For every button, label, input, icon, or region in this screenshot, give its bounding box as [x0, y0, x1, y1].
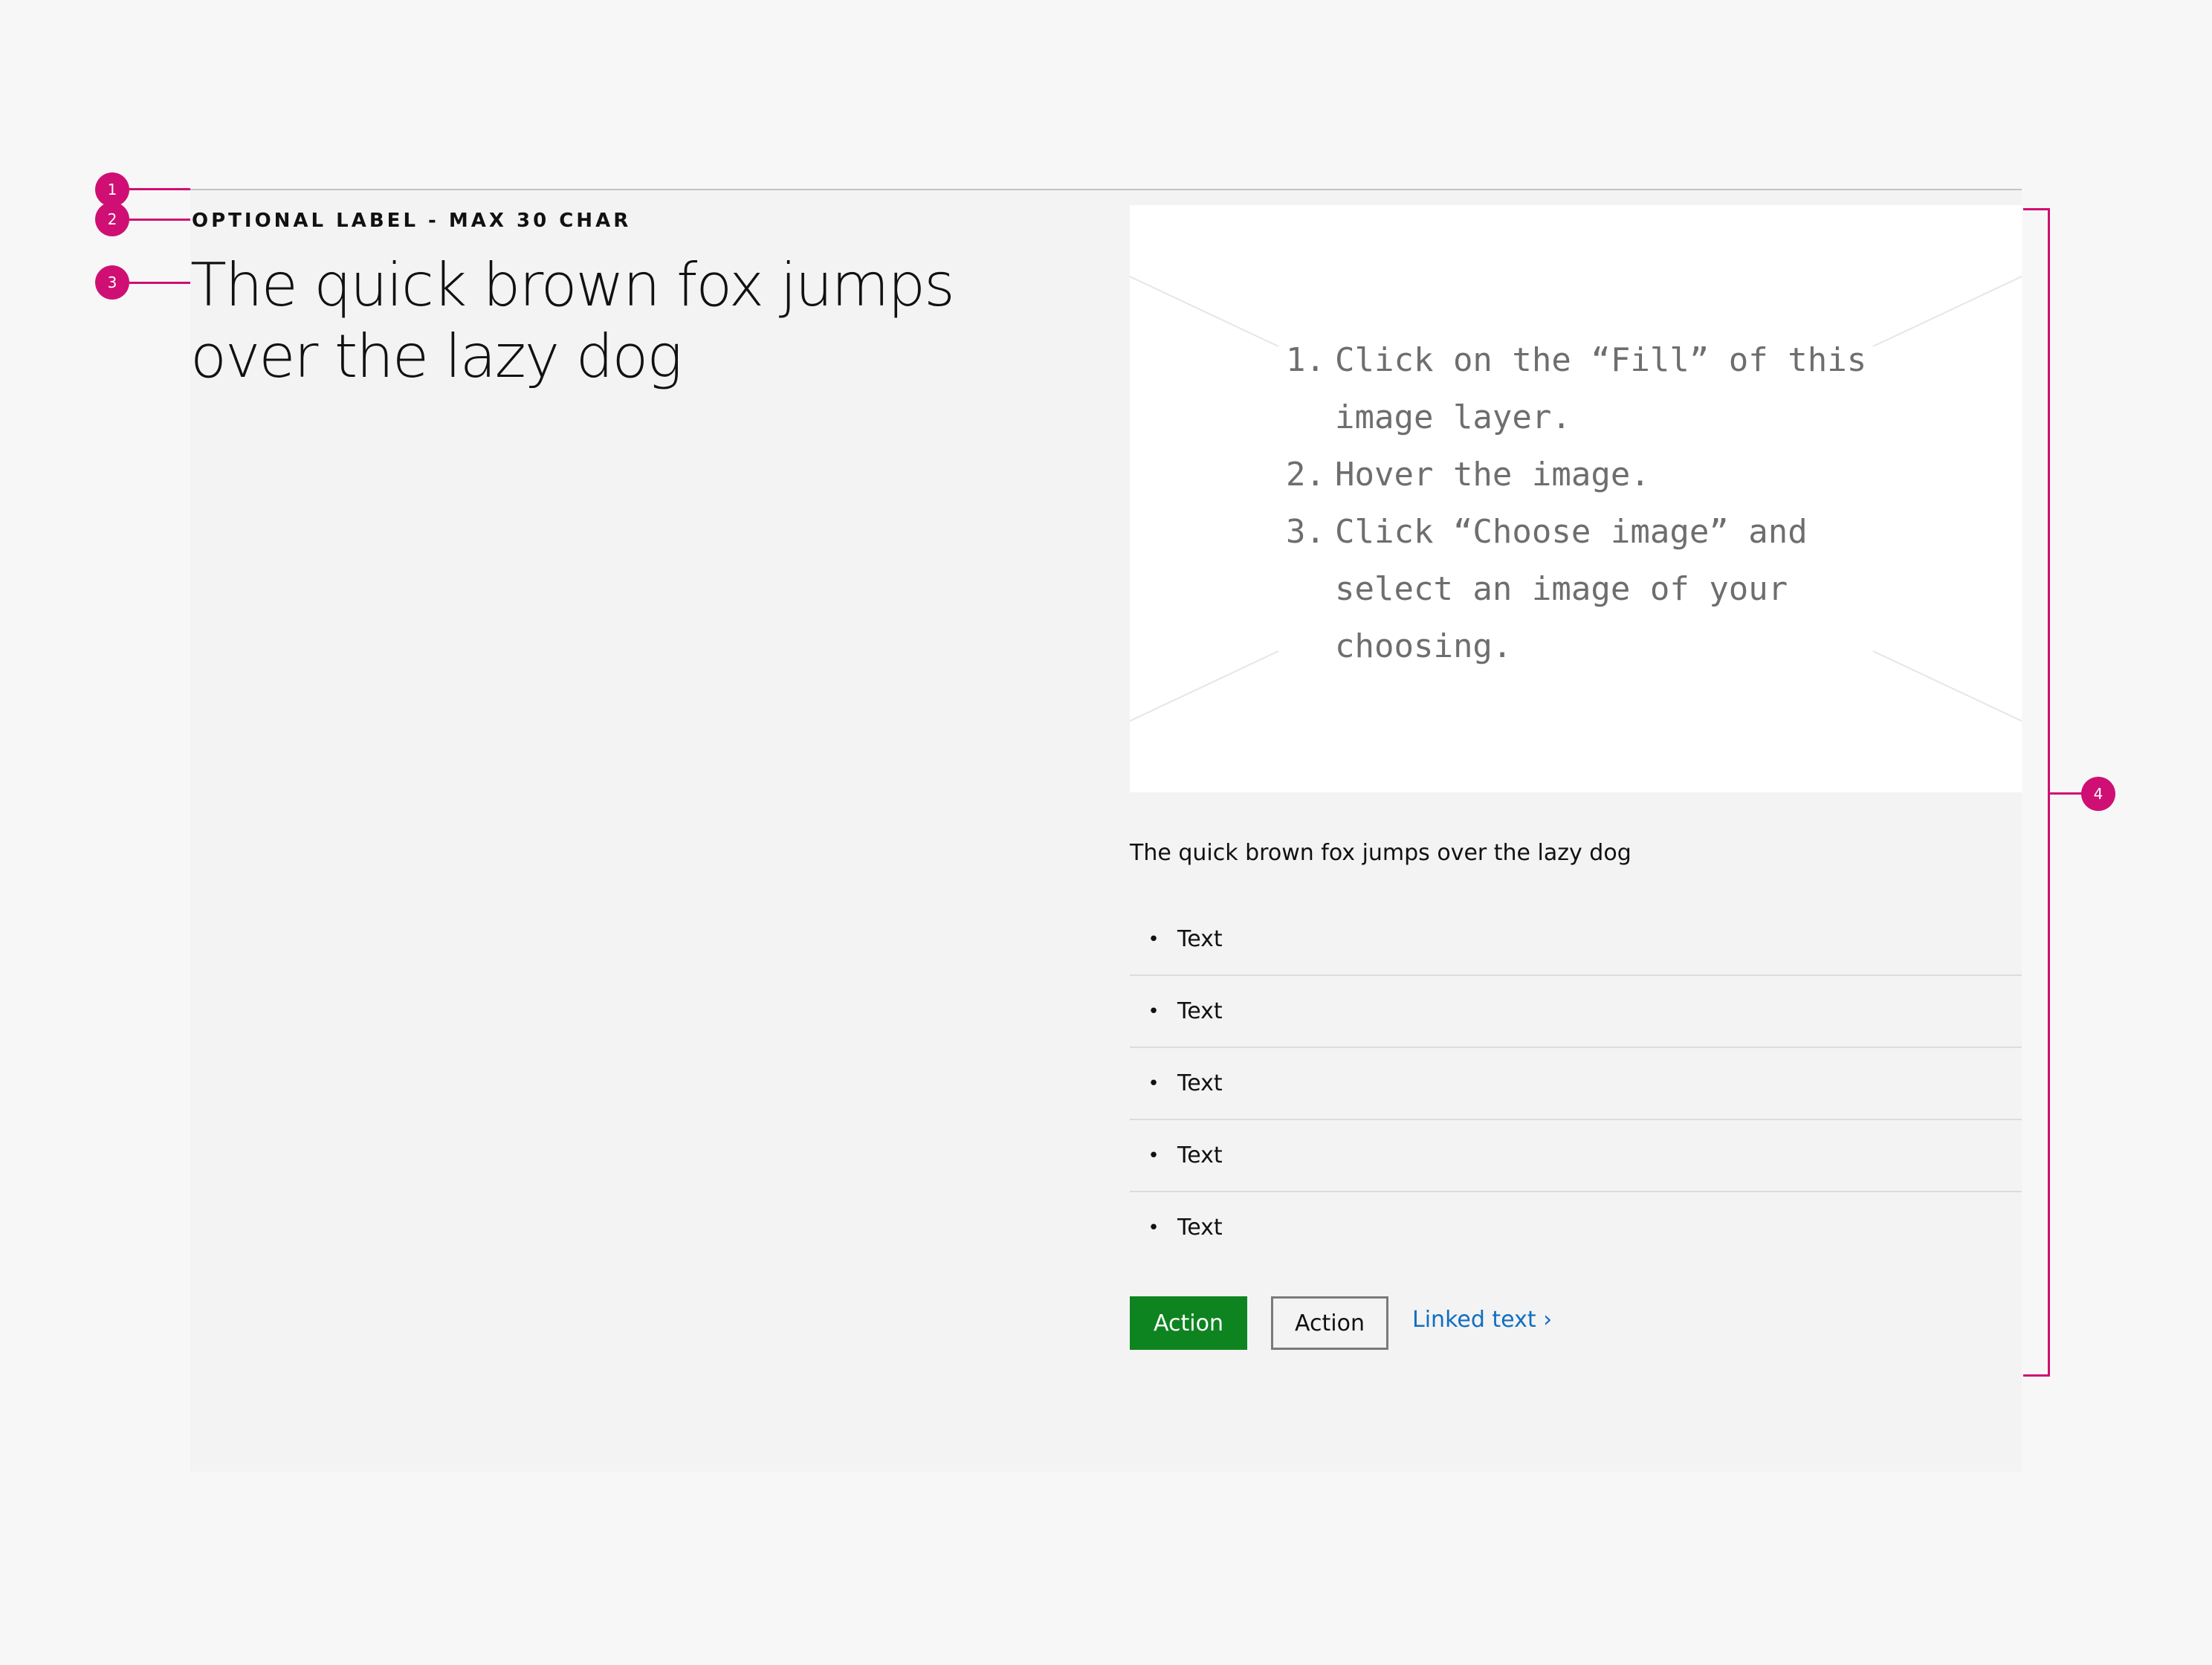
- section-heading: The quick brown fox jumps over the lazy …: [190, 250, 955, 391]
- annotation-bracket-bottom: [2023, 1374, 2050, 1377]
- description-text: The quick brown fox jumps over the lazy …: [1130, 840, 1631, 866]
- annotation-line-3: [129, 282, 190, 284]
- list-item: • Text: [1130, 1192, 2022, 1263]
- annotation-bracket-top: [2023, 208, 2050, 210]
- secondary-action-button[interactable]: Action: [1271, 1296, 1388, 1350]
- image-placeholder[interactable]: 1. Click on the “Fill” of this image lay…: [1130, 205, 2022, 792]
- instruction-step: 1. Click on the “Fill” of this image lay…: [1286, 341, 1867, 436]
- annotation-line-2: [129, 219, 190, 221]
- annotation-marker-4: 4: [2081, 777, 2115, 811]
- bullet-icon: •: [1148, 928, 1160, 951]
- annotation-marker-2: 2: [95, 202, 129, 236]
- primary-action-button[interactable]: Action: [1130, 1296, 1247, 1350]
- top-rule: [190, 189, 2022, 190]
- bullet-list: • Text • Text • Text • Text • Text: [1130, 904, 2022, 1263]
- optional-label: OPTIONAL LABEL - MAX 30 CHAR: [192, 210, 632, 232]
- annotation-marker-3: 3: [95, 265, 129, 300]
- linked-text[interactable]: Linked text ›: [1412, 1307, 1552, 1333]
- annotation-line-1: [129, 188, 190, 190]
- bullet-icon: •: [1148, 1144, 1160, 1167]
- bullet-icon: •: [1148, 1000, 1160, 1023]
- image-instructions: 1. Click on the “Fill” of this image lay…: [1286, 332, 1910, 675]
- instruction-step: 2. Hover the image.: [1286, 456, 1650, 494]
- list-item: • Text: [1130, 1048, 2022, 1120]
- list-item: • Text: [1130, 904, 2022, 976]
- list-item: • Text: [1130, 976, 2022, 1048]
- bullet-icon: •: [1148, 1072, 1160, 1095]
- instruction-step: 3. Click “Choose image” and select an im…: [1286, 513, 1808, 665]
- bullet-icon: •: [1148, 1216, 1160, 1239]
- list-item: • Text: [1130, 1120, 2022, 1192]
